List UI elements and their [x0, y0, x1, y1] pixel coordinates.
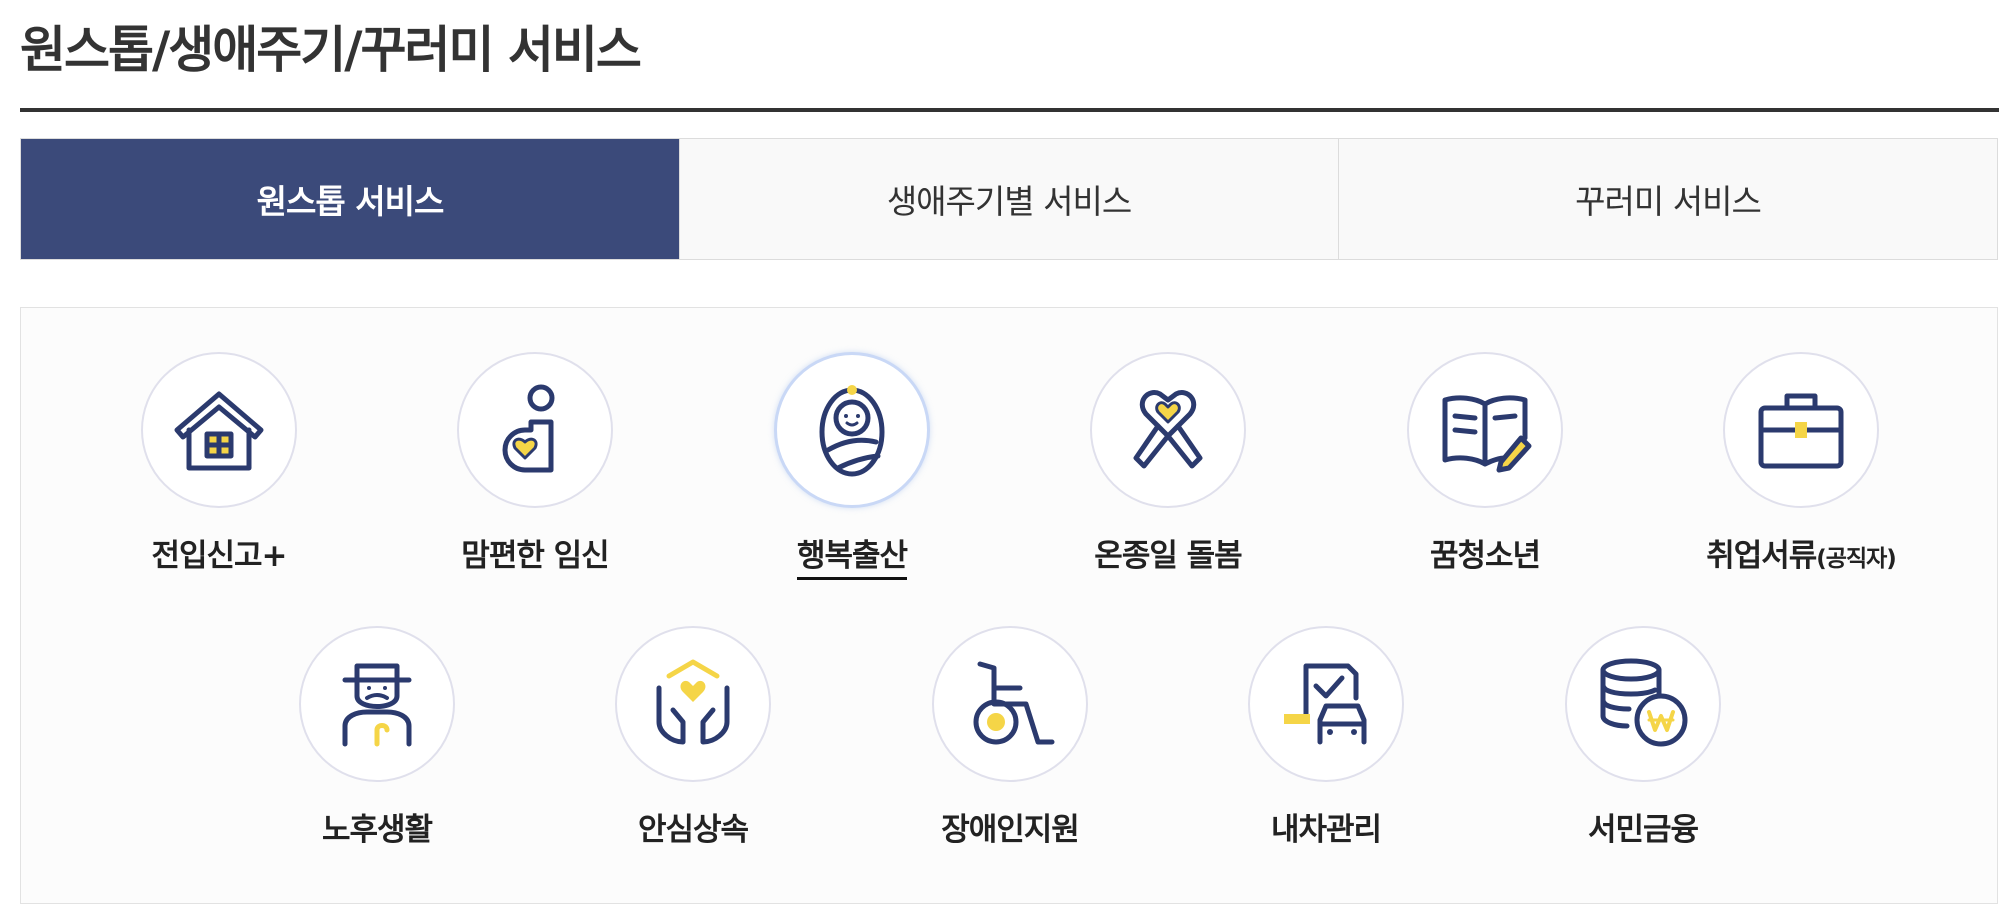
service-label: 장애인지원 [941, 812, 1080, 848]
elderly-man-icon [342, 663, 412, 747]
service-all-day-care[interactable]: 온종일 돌봄 [1018, 352, 1318, 576]
pregnant-woman-icon [502, 384, 555, 473]
service-move-in-report[interactable]: 전입신고+ [69, 352, 369, 576]
open-book-pencil-icon [1442, 395, 1532, 473]
service-label: 서민금융 [1587, 812, 1699, 848]
briefcase-icon [1758, 393, 1844, 469]
service-icon-circle[interactable] [1723, 352, 1879, 508]
tab-onestop-service[interactable]: 원스톱 서비스 [21, 139, 679, 259]
service-icon-circle[interactable] [299, 626, 455, 782]
service-icon-circle[interactable] [1090, 352, 1246, 508]
service-icon-circle[interactable] [1407, 352, 1563, 508]
page-title: 원스톱/생애주기/꾸러미 서비스 [20, 21, 642, 79]
tab-package-service[interactable]: 꾸러미 서비스 [1338, 139, 1997, 259]
service-icon-circle[interactable] [774, 352, 930, 508]
service-label: 안심상속 [637, 812, 749, 848]
service-happy-childbirth[interactable]: 행복출산 [702, 352, 1002, 580]
service-my-car-management[interactable]: 내차관리 [1176, 626, 1476, 850]
service-icon-circle[interactable] [1565, 626, 1721, 782]
service-label: 맘편한 임신 [461, 538, 609, 574]
service-icon-circle[interactable] [932, 626, 1088, 782]
service-safe-inheritance[interactable]: 안심상속 [543, 626, 843, 850]
hands-heart-icon [656, 659, 730, 745]
swaddled-baby-icon [819, 385, 885, 477]
service-dream-youth[interactable]: 꿈청소년 [1335, 352, 1635, 576]
service-label: 노후생활 [321, 812, 433, 848]
coins-won-icon [1600, 658, 1688, 747]
service-icon-circle[interactable] [615, 626, 771, 782]
service-icon-circle[interactable] [457, 352, 613, 508]
wheelchair-icon [973, 661, 1055, 745]
service-employment-documents[interactable]: 취업서류(공직자) [1651, 352, 1951, 579]
service-icon-circle[interactable] [1248, 626, 1404, 782]
service-label: 온종일 돌봄 [1094, 538, 1242, 574]
service-comfortable-pregnancy[interactable]: 맘편한 임신 [385, 352, 685, 576]
service-retirement-life[interactable]: 노후생활 [227, 626, 527, 850]
service-label: 행복출산 [796, 536, 908, 580]
car-document-icon [1284, 663, 1367, 745]
service-label: 취업서류(공직자) [1706, 538, 1897, 574]
service-label: 전입신고+ [151, 538, 287, 574]
service-low-income-finance[interactable]: 서민금융 [1493, 626, 1793, 850]
service-panel: 전입신고+ 맘편한 임신 행복출산 온종일 돌봄 꿈청소년 취업서류(공직자) … [20, 307, 1998, 904]
service-disability-support[interactable]: 장애인지원 [860, 626, 1160, 850]
service-tabs: 원스톱 서비스 생애주기별 서비스 꾸러미 서비스 [20, 138, 1998, 260]
heart-ribbon-icon [1133, 390, 1203, 469]
service-label: 꿈청소년 [1429, 538, 1541, 574]
service-icon-circle[interactable] [141, 352, 297, 508]
house-icon [174, 391, 264, 471]
title-divider [20, 108, 1999, 112]
tab-lifecycle-service[interactable]: 생애주기별 서비스 [679, 139, 1338, 259]
service-label: 내차관리 [1270, 812, 1382, 848]
